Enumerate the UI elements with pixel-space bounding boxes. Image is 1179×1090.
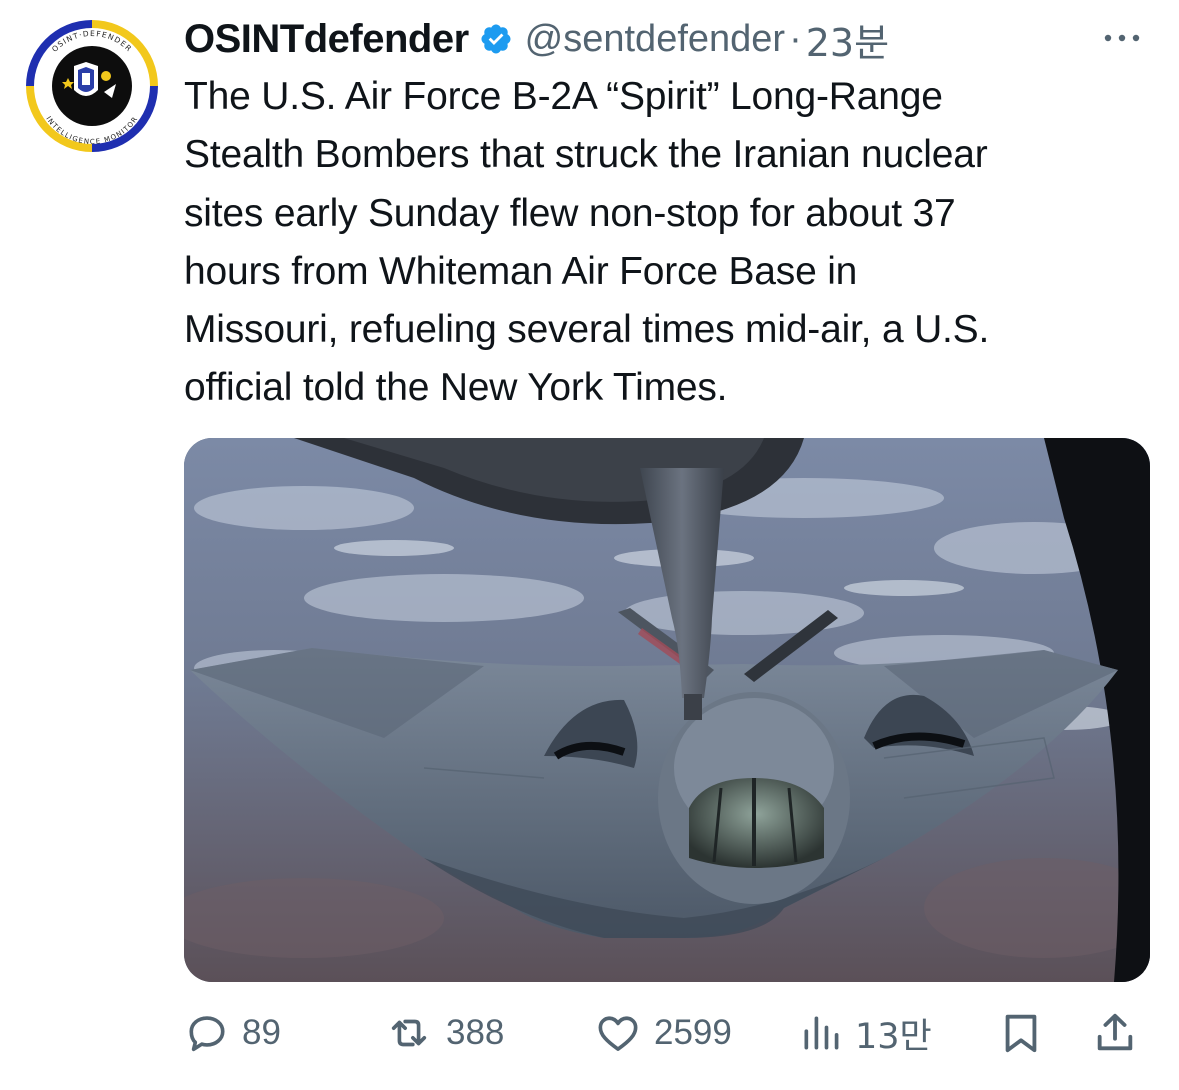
repost-count: 388 bbox=[446, 1013, 505, 1052]
repost-icon bbox=[384, 1010, 434, 1056]
views-icon bbox=[799, 1010, 843, 1056]
tweet-actions: 89 388 2599 13만 bbox=[184, 1000, 1150, 1066]
bookmark-button[interactable] bbox=[998, 1000, 1044, 1066]
reply-icon bbox=[184, 1010, 230, 1056]
tweet-media-image[interactable] bbox=[184, 438, 1150, 982]
like-button[interactable]: 2599 bbox=[594, 1000, 732, 1066]
share-icon bbox=[1092, 1008, 1138, 1058]
share-button[interactable] bbox=[1092, 1000, 1138, 1066]
like-count: 2599 bbox=[654, 1013, 732, 1052]
timestamp[interactable]: 23분 bbox=[806, 12, 889, 67]
avatar[interactable]: OSINT·DEFENDER INTELLIGENCE MONITOR bbox=[24, 18, 160, 154]
separator-dot: · bbox=[789, 17, 802, 60]
views-count: 13만 bbox=[855, 1016, 932, 1057]
tweet-header: OSINTdefender @sentdefender · 23분 bbox=[184, 12, 1149, 66]
display-name[interactable]: OSINTdefender bbox=[184, 17, 469, 62]
like-icon bbox=[594, 1010, 642, 1056]
verified-badge-icon[interactable] bbox=[479, 22, 513, 56]
views-button[interactable]: 13만 bbox=[799, 1000, 932, 1066]
bookmark-icon bbox=[998, 1008, 1044, 1058]
reply-button[interactable]: 89 bbox=[184, 1000, 281, 1066]
reply-count: 89 bbox=[242, 1013, 281, 1052]
more-icon[interactable] bbox=[1095, 18, 1149, 58]
tweet-text: The U.S. Air Force B-2A “Spirit” Long-Ra… bbox=[184, 75, 990, 410]
handle[interactable]: @sentdefender bbox=[525, 18, 785, 61]
repost-button[interactable]: 388 bbox=[384, 1000, 504, 1066]
